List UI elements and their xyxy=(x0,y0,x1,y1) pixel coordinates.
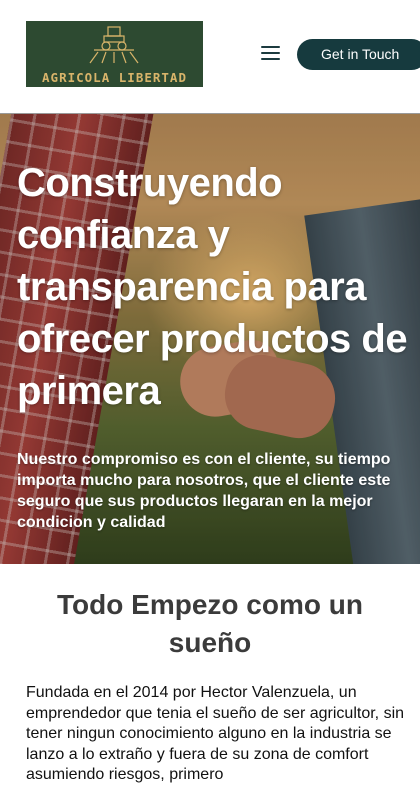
get-in-touch-button[interactable]: Get in Touch xyxy=(297,39,420,70)
hero-title: Construyendo confianza y transparencia p… xyxy=(17,161,408,413)
site-logo[interactable]: AGRICOLA LIBERTAD xyxy=(26,21,203,87)
hamburger-menu-icon[interactable] xyxy=(261,45,280,61)
site-header: AGRICOLA LIBERTAD Get in Touch xyxy=(0,0,420,114)
logo-text: AGRICOLA LIBERTAD xyxy=(42,70,187,85)
tractor-icon xyxy=(89,26,139,64)
hero-subtitle: Nuestro compromiso es con el cliente, su… xyxy=(17,451,391,531)
about-paragraph: Fundada en el 2014 por Hector Valenzuela… xyxy=(26,684,405,784)
about-heading: Todo Empezo como un sueño xyxy=(57,589,363,658)
